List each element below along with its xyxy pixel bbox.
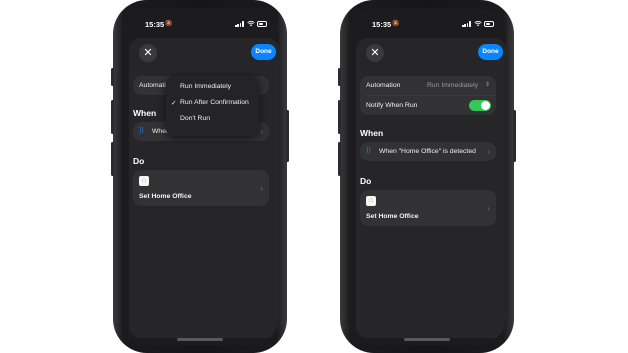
when-title: When	[360, 128, 384, 138]
status-time: 15:35	[145, 20, 165, 29]
chevron-right-icon: ›	[487, 147, 490, 156]
side-button	[286, 110, 289, 162]
chevron-right-icon: ›	[487, 204, 490, 213]
bell-slash-icon: 🔕	[392, 21, 400, 27]
close-button[interactable]: ✕	[139, 44, 157, 62]
battery-icon	[484, 21, 494, 27]
bell-slash-icon: 🔕	[165, 21, 173, 27]
checkmark-icon: ✓	[171, 100, 177, 107]
action-button	[111, 68, 114, 86]
action-label: Set Home Office	[366, 213, 419, 220]
trigger-text: When "Home Office" is detected	[379, 148, 476, 155]
volume-down-button	[111, 142, 114, 176]
home-icon: ⌂	[366, 196, 376, 206]
trigger-row[interactable]: )) When "Home Office" is detected ›	[360, 142, 496, 161]
automation-label: Automation	[366, 82, 401, 89]
action-card[interactable]: ⌂ Set Home Office ›	[360, 190, 496, 226]
notify-row: Notify When Run	[360, 96, 496, 115]
home-indicator	[404, 338, 450, 341]
automation-sheet: ✕ Done Automation Run Immediately ⇕ Noti…	[356, 38, 506, 338]
notify-label: Notify When Run	[366, 102, 418, 109]
screen: 15:35 🔕 ✕ Done Automation Run Immediatel…	[348, 8, 506, 345]
menu-item-run-after-confirmation[interactable]: Run After Confirmation	[180, 99, 249, 106]
nfc-signal-icon: ))	[366, 147, 371, 154]
chevron-up-down-icon: ⇕	[484, 82, 490, 88]
side-button	[513, 110, 516, 162]
menu-item-dont-run[interactable]: Don't Run	[180, 115, 210, 122]
wifi-icon	[474, 20, 482, 27]
status-bar: 15:35 🔕	[121, 8, 279, 34]
automation-value: Run Immediately	[427, 82, 478, 89]
volume-down-button	[338, 142, 341, 176]
automation-sheet: ✕ Done Automation When )) When "Home Off…	[129, 38, 279, 338]
phone-right: 15:35 🔕 ✕ Done Automation Run Immediatel…	[338, 0, 516, 353]
done-button[interactable]: Done	[478, 44, 503, 60]
automation-settings: Automation Run Immediately ⇕ Notify When…	[360, 76, 496, 115]
chevron-right-icon: ›	[260, 184, 263, 193]
home-icon: ⌂	[139, 176, 149, 186]
status-bar: 15:35 🔕	[348, 8, 506, 34]
volume-up-button	[338, 100, 341, 134]
do-title: Do	[133, 156, 145, 166]
status-time: 15:35	[372, 20, 392, 29]
when-title: When	[133, 108, 157, 118]
phone-left: 15:35 🔕 ✕ Done Automation When )) When ›…	[111, 0, 289, 353]
automation-row[interactable]: Automation Run Immediately ⇕	[360, 76, 496, 95]
done-button[interactable]: Done	[251, 44, 276, 60]
cellular-signal-icon	[235, 21, 244, 27]
screen: 15:35 🔕 ✕ Done Automation When )) When ›…	[121, 8, 279, 345]
home-indicator	[177, 338, 223, 341]
action-button	[338, 68, 341, 86]
run-mode-menu: Run Immediately ✓ Run After Confirmation…	[166, 76, 259, 136]
chevron-right-icon: ›	[260, 127, 263, 136]
close-button[interactable]: ✕	[366, 44, 384, 62]
action-label: Set Home Office	[139, 193, 192, 200]
action-card[interactable]: ⌂ Set Home Office ›	[133, 170, 269, 206]
notify-toggle[interactable]	[469, 100, 491, 111]
menu-item-run-immediately[interactable]: Run Immediately	[180, 83, 231, 90]
volume-up-button	[111, 100, 114, 134]
battery-icon	[257, 21, 267, 27]
cellular-signal-icon	[462, 21, 471, 27]
nfc-signal-icon: ))	[139, 127, 144, 134]
wifi-icon	[247, 20, 255, 27]
do-title: Do	[360, 176, 372, 186]
